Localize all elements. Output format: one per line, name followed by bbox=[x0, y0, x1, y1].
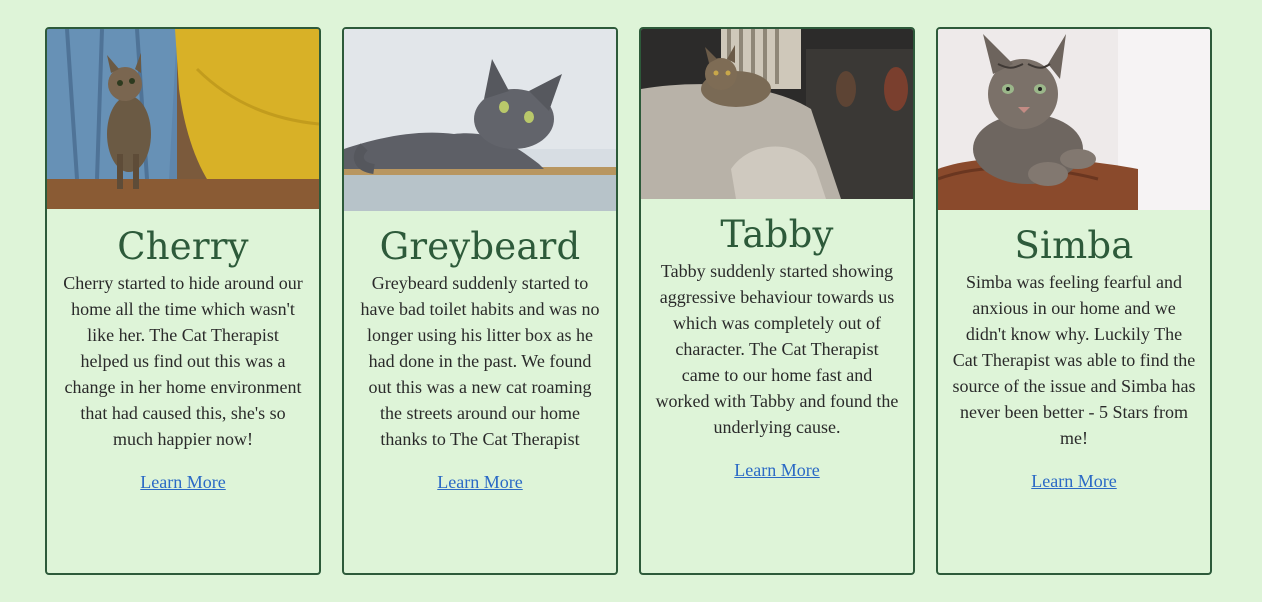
testimonial-text: Tabby suddenly started showing aggressiv… bbox=[655, 261, 899, 437]
striped-cat-photo-icon bbox=[938, 29, 1210, 210]
testimonial-cards: Cherry Cherry started to hide around our… bbox=[45, 27, 1213, 575]
cat-name: Greybeard bbox=[379, 225, 581, 268]
learn-more-link[interactable]: Learn More bbox=[437, 470, 522, 494]
testimonial-text: Cherry started to hide around our home a… bbox=[63, 273, 303, 449]
tabby-on-sofa-photo-icon bbox=[641, 29, 913, 199]
testimonial-text: Simba was feeling fearful and anxious in… bbox=[952, 272, 1196, 448]
learn-more-link[interactable]: Learn More bbox=[140, 470, 225, 494]
testimonial-card-greybeard: Greybeard Greybeard suddenly started to … bbox=[342, 27, 618, 575]
tabby-kitten-photo-icon bbox=[47, 29, 319, 209]
learn-more-link[interactable]: Learn More bbox=[734, 458, 819, 482]
learn-more-link[interactable]: Learn More bbox=[1031, 469, 1116, 493]
cat-name: Tabby bbox=[720, 213, 834, 256]
testimonial-card-simba: Simba Simba was feeling fearful and anxi… bbox=[936, 27, 1212, 575]
cat-name: Cherry bbox=[117, 225, 249, 268]
grey-cat-photo-icon bbox=[344, 29, 616, 211]
testimonial-card-tabby: Tabby Tabby suddenly started showing agg… bbox=[639, 27, 915, 575]
cat-name: Simba bbox=[1014, 224, 1134, 267]
testimonial-text: Greybeard suddenly started to have bad t… bbox=[360, 273, 600, 449]
testimonial-card-cherry: Cherry Cherry started to hide around our… bbox=[45, 27, 321, 575]
